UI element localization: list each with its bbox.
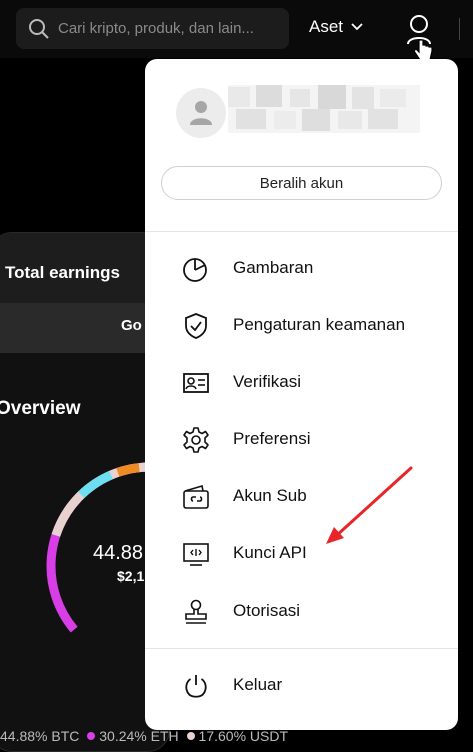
assets-label: Aset — [309, 17, 344, 36]
menu-item-verification[interactable]: Verifikasi — [145, 359, 458, 405]
avatar — [176, 88, 226, 138]
total-earnings-title: Total earnings — [5, 263, 120, 282]
chevron-down-icon — [351, 23, 363, 31]
portfolio-legend: 44.88% BTC 30.24% ETH 17.60% USDT — [0, 728, 288, 744]
header-divider — [459, 18, 460, 40]
person-icon — [190, 101, 212, 125]
shield-icon — [185, 313, 207, 339]
menu-item-label: Verifikasi — [233, 372, 302, 391]
overview-heading: Overview — [0, 398, 81, 419]
assets-dropdown[interactable]: Aset — [309, 17, 363, 37]
menu-item-label: Kunci API — [233, 543, 307, 562]
menu-item-preferences[interactable]: Preferensi — [145, 416, 458, 462]
donut-center-value: $2,1 — [117, 568, 145, 584]
menu-item-label: Akun Sub — [233, 486, 307, 505]
top-bar: Cari kripto, produk, dan lain... Aset — [0, 0, 473, 58]
logout-label: Keluar — [233, 675, 283, 694]
api-monitor-icon — [183, 543, 209, 566]
menu-divider-bottom — [145, 648, 458, 649]
stamp-icon — [185, 599, 207, 624]
account-dropdown-menu: Beralih akun Gambaran Pengaturan keamana… — [145, 59, 458, 730]
wallet-link-icon — [183, 484, 209, 509]
search-input[interactable]: Cari kripto, produk, dan lain... — [16, 8, 289, 49]
legend-item-usdt: 17.60% USDT — [198, 728, 289, 744]
menu-item-security-settings[interactable]: Pengaturan keamanan — [145, 302, 458, 348]
menu-item-label: Pengaturan keamanan — [233, 315, 406, 334]
switch-account-button[interactable]: Beralih akun — [161, 166, 442, 200]
red-arrow-annotation — [326, 466, 413, 544]
menu-item-label: Gambaran — [233, 258, 314, 277]
menu-item-label: Preferensi — [233, 429, 311, 448]
legend-dot-eth — [87, 732, 96, 740]
menu-divider-top — [145, 231, 458, 232]
switch-account-label: Beralih akun — [259, 174, 344, 192]
legend-item-eth: 30.24% ETH — [99, 728, 179, 744]
blurred-username — [228, 85, 420, 133]
go-banner[interactable] — [0, 303, 169, 353]
pie-chart-icon — [183, 258, 207, 282]
go-label: Go — [121, 317, 142, 334]
menu-item-authorization[interactable]: Otorisasi — [145, 588, 458, 634]
legend-dot-usdt — [186, 732, 195, 740]
menu-item-label: Otorisasi — [233, 601, 301, 620]
legend-item-btc: 44.88% BTC — [0, 728, 80, 744]
search-placeholder: Cari kripto, produk, dan lain... — [58, 20, 254, 37]
gear-icon — [183, 427, 209, 453]
power-icon — [185, 675, 207, 698]
id-card-icon — [183, 373, 209, 393]
search-icon — [29, 18, 49, 39]
menu-item-overview[interactable]: Gambaran — [145, 245, 458, 291]
donut-center-percent: 44.88 — [93, 542, 144, 564]
logout-button[interactable]: Keluar — [145, 662, 458, 708]
